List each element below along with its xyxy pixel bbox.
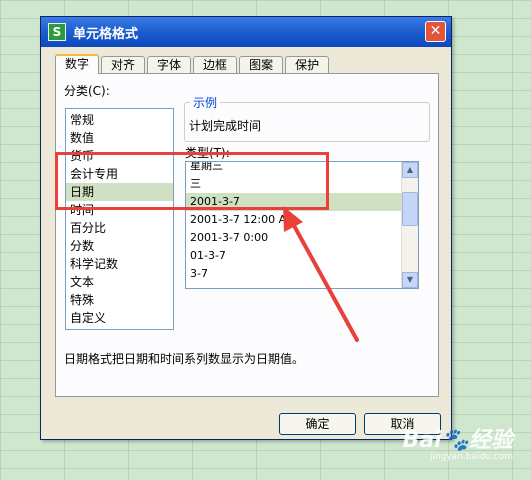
tab-number[interactable]: 数字 — [55, 54, 100, 74]
category-item-scientific[interactable]: 科学记数 — [66, 255, 173, 273]
category-item-text[interactable]: 文本 — [66, 273, 173, 291]
category-item-percentage[interactable]: 百分比 — [66, 219, 173, 237]
baidu-watermark: Bai🐾经验 jingyan.baidu.com — [402, 422, 513, 462]
title-bar[interactable]: S 单元格格式 ✕ — [41, 17, 451, 47]
category-label: 分类(C): — [64, 84, 110, 98]
tab-font[interactable]: 字体 — [147, 56, 192, 74]
ok-button[interactable]: 确定 — [279, 413, 356, 435]
type-item-month-day[interactable]: 3-7 — [186, 265, 418, 283]
sample-value: 计划完成时间 — [189, 119, 262, 133]
scroll-thumb[interactable] — [402, 192, 418, 226]
watermark-logo: Bai🐾经验 — [402, 428, 513, 453]
type-item-short-date[interactable]: 01-3-7 — [186, 247, 418, 265]
wps-app-icon: S — [48, 23, 66, 41]
type-label: 类型(T): — [185, 146, 230, 160]
category-item-number[interactable]: 数值 — [66, 129, 173, 147]
scroll-up-icon[interactable]: ▲ — [402, 162, 418, 178]
category-item-special[interactable]: 特殊 — [66, 291, 173, 309]
category-item-date[interactable]: 日期 — [66, 183, 173, 201]
type-item-date[interactable]: 2001-3-7 — [186, 193, 418, 211]
format-description: 日期格式把日期和时间系列数显示为日期值。 — [64, 352, 305, 366]
type-list-scrollbar[interactable]: ▲ ▼ — [401, 162, 418, 288]
type-list[interactable]: 星期三 三 2001-3-7 2001-3-7 12:00 AM 2001-3-… — [185, 161, 419, 289]
tab-border[interactable]: 边框 — [193, 56, 238, 74]
type-item-date-time[interactable]: 2001-3-7 0:00 — [186, 229, 418, 247]
category-item-custom[interactable]: 自定义 — [66, 309, 173, 327]
type-item-weekday-short[interactable]: 三 — [186, 175, 418, 193]
category-item-accounting[interactable]: 会计专用 — [66, 165, 173, 183]
tab-protection[interactable]: 保护 — [285, 56, 330, 74]
tab-alignment[interactable]: 对齐 — [101, 56, 146, 74]
scroll-down-icon[interactable]: ▼ — [402, 272, 418, 288]
format-cells-dialog: S 单元格格式 ✕ 数字 对齐 字体 边框 图案 保护 分类(C): 常规 数值… — [40, 16, 452, 440]
tab-pattern[interactable]: 图案 — [239, 56, 284, 74]
category-list[interactable]: 常规 数值 货币 会计专用 日期 时间 百分比 分数 科学记数 文本 特殊 自定… — [65, 108, 174, 330]
category-item-general[interactable]: 常规 — [66, 111, 173, 129]
close-button[interactable]: ✕ — [425, 21, 446, 42]
type-item-weekday-long[interactable]: 星期三 — [186, 162, 418, 175]
sample-groupbox: 示例 计划完成时间 — [184, 94, 430, 142]
dialog-title: 单元格格式 — [73, 26, 139, 42]
number-tab-panel: 分类(C): 常规 数值 货币 会计专用 日期 时间 百分比 分数 科学记数 文… — [55, 73, 439, 397]
tab-strip: 数字 对齐 字体 边框 图案 保护 — [55, 54, 331, 74]
category-item-time[interactable]: 时间 — [66, 201, 173, 219]
category-item-fraction[interactable]: 分数 — [66, 237, 173, 255]
category-item-currency[interactable]: 货币 — [66, 147, 173, 165]
type-item-date-time-ampm[interactable]: 2001-3-7 12:00 AM — [186, 211, 418, 229]
sample-legend: 示例 — [190, 94, 221, 111]
